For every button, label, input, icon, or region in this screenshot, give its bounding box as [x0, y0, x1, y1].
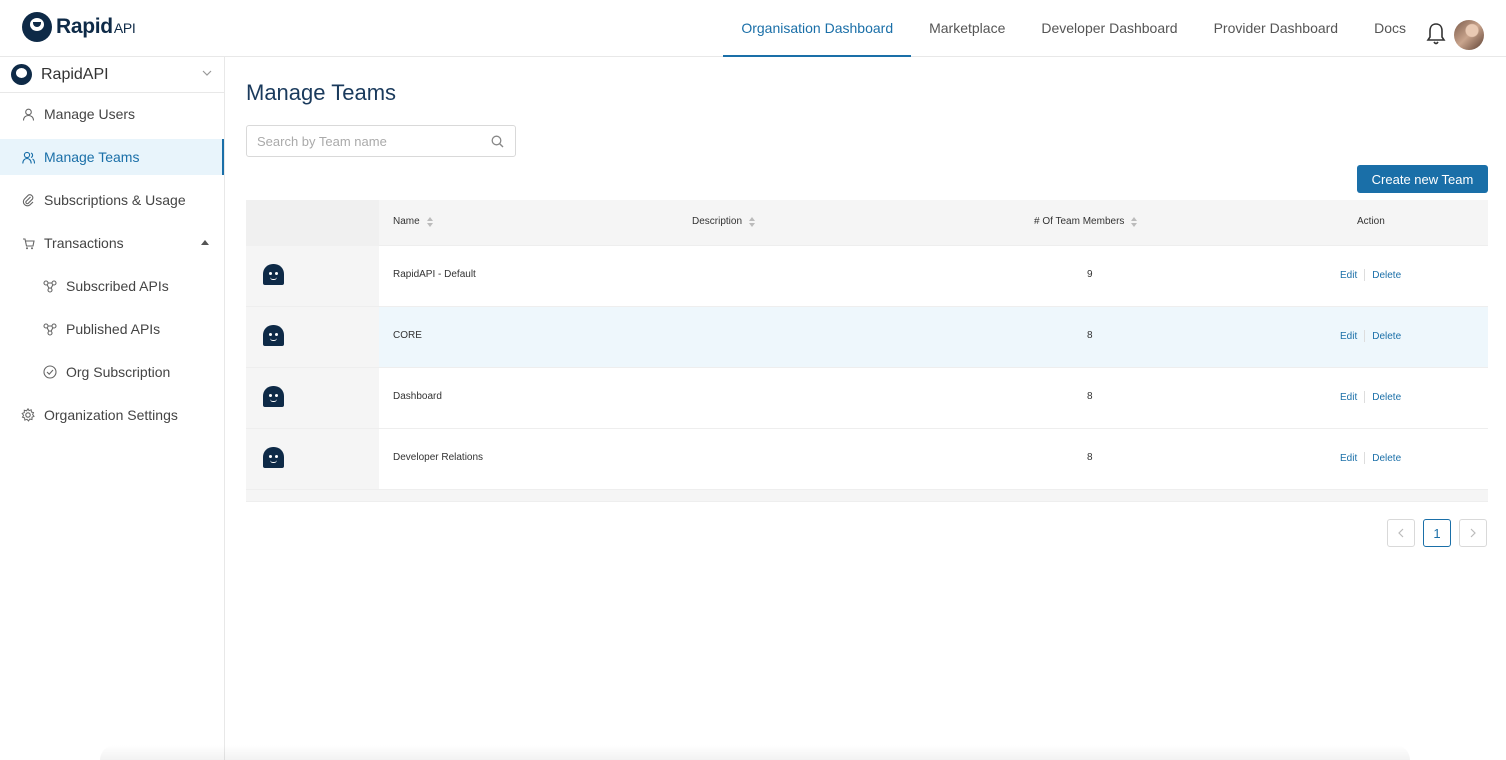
- chevron-left-icon: [1398, 528, 1404, 538]
- cart-icon: [21, 236, 35, 250]
- pagination-prev-button[interactable]: [1387, 519, 1415, 547]
- page-title: Manage Teams: [246, 80, 397, 105]
- edit-link[interactable]: Edit: [1340, 270, 1357, 281]
- link-icon: [21, 193, 35, 207]
- sidebar-item-org-subscription[interactable]: Org Subscription: [0, 354, 224, 390]
- table-row[interactable]: RapidAPI - Default 9 Edit Delete: [246, 246, 1488, 307]
- team-icon: [21, 150, 35, 164]
- sidebar-item-manage-teams[interactable]: Manage Teams: [0, 139, 224, 175]
- team-name: Dashboard: [393, 391, 442, 402]
- delete-link[interactable]: Delete: [1372, 270, 1401, 281]
- team-name: RapidAPI - Default: [393, 269, 476, 280]
- sidebar-item-label: Subscriptions & Usage: [44, 192, 186, 208]
- team-avatar-icon: [263, 325, 284, 346]
- row-actions: Edit Delete: [1340, 391, 1401, 403]
- delete-link[interactable]: Delete: [1372, 453, 1401, 464]
- column-action: Action: [1357, 216, 1385, 227]
- sort-icon[interactable]: [749, 216, 756, 227]
- team-member-count: 8: [1087, 452, 1093, 463]
- nav-organisation-dashboard[interactable]: Organisation Dashboard: [723, 0, 912, 57]
- rapidapi-logo-icon: [22, 12, 52, 42]
- nav-docs[interactable]: Docs: [1356, 0, 1424, 57]
- team-member-count: 8: [1087, 391, 1093, 402]
- team-name: CORE: [393, 330, 422, 341]
- chevron-right-icon: [1470, 528, 1476, 538]
- row-actions: Edit Delete: [1340, 452, 1401, 464]
- team-name: Developer Relations: [393, 452, 484, 463]
- chevron-down-icon: [202, 70, 212, 76]
- nav-provider-dashboard[interactable]: Provider Dashboard: [1196, 0, 1357, 57]
- edit-link[interactable]: Edit: [1340, 453, 1357, 464]
- org-name: RapidAPI: [41, 65, 109, 83]
- table-row[interactable]: Dashboard 8 Edit Delete: [246, 368, 1488, 429]
- sidebar-item-label: Subscribed APIs: [66, 278, 169, 294]
- bottom-shadow: [100, 745, 1410, 760]
- logo-text: RapidAPI: [56, 15, 136, 38]
- delete-link[interactable]: Delete: [1372, 392, 1401, 403]
- rapidapi-logo[interactable]: RapidAPI: [22, 12, 136, 42]
- bell-icon[interactable]: [1426, 22, 1446, 46]
- top-bar: RapidAPI Organisation Dashboard Marketpl…: [0, 0, 1506, 57]
- pagination-page-1[interactable]: 1: [1423, 519, 1451, 547]
- create-new-team-button[interactable]: Create new Team: [1357, 165, 1488, 193]
- user-avatar[interactable]: [1454, 20, 1484, 50]
- api-icon: [43, 279, 57, 293]
- org-selector[interactable]: RapidAPI: [0, 57, 224, 93]
- table-row[interactable]: Developer Relations 8 Edit Delete: [246, 429, 1488, 490]
- column-description[interactable]: Description: [692, 216, 756, 227]
- sidebar-item-published-apis[interactable]: Published APIs: [0, 311, 224, 347]
- sidebar-item-transactions[interactable]: Transactions: [0, 225, 224, 261]
- org-logo-icon: [11, 64, 32, 85]
- user-icon: [21, 107, 35, 121]
- sidebar-item-label: Published APIs: [66, 321, 161, 337]
- edit-link[interactable]: Edit: [1340, 392, 1357, 403]
- edit-link[interactable]: Edit: [1340, 331, 1357, 342]
- sidebar: RapidAPI Manage Users Manage Teams Subsc…: [0, 57, 225, 760]
- sidebar-item-label: Organization Settings: [44, 407, 178, 423]
- sort-icon[interactable]: [1131, 216, 1138, 227]
- gear-icon: [21, 408, 35, 422]
- teams-table: Name Description # Of Team Members Actio…: [246, 200, 1488, 502]
- sidebar-item-organization-settings[interactable]: Organization Settings: [0, 397, 224, 433]
- header-icon-cell: [246, 200, 379, 246]
- sidebar-item-subscriptions-usage[interactable]: Subscriptions & Usage: [0, 182, 224, 218]
- api-icon: [43, 322, 57, 336]
- search-icon[interactable]: [491, 135, 504, 148]
- table-header: Name Description # Of Team Members Actio…: [246, 200, 1488, 246]
- row-actions: Edit Delete: [1340, 330, 1401, 342]
- team-member-count: 8: [1087, 330, 1093, 341]
- team-member-count: 9: [1087, 269, 1093, 280]
- team-avatar-icon: [263, 386, 284, 407]
- check-circle-icon: [43, 365, 57, 379]
- delete-link[interactable]: Delete: [1372, 331, 1401, 342]
- sort-icon[interactable]: [426, 216, 433, 227]
- search-input[interactable]: [257, 127, 487, 155]
- sidebar-item-label: Manage Users: [44, 106, 136, 122]
- team-search: [246, 125, 516, 157]
- column-name[interactable]: Name: [393, 216, 433, 227]
- nav-developer-dashboard[interactable]: Developer Dashboard: [1023, 0, 1195, 57]
- sidebar-item-label: Manage Teams: [44, 149, 140, 165]
- pagination-next-button[interactable]: [1459, 519, 1487, 547]
- column-members[interactable]: # Of Team Members: [1034, 216, 1138, 227]
- sidebar-item-manage-users[interactable]: Manage Users: [0, 96, 224, 132]
- top-nav: Organisation Dashboard Marketplace Devel…: [723, 0, 1424, 57]
- chevron-up-icon: [201, 240, 209, 245]
- sidebar-item-label: Org Subscription: [66, 364, 171, 380]
- team-avatar-icon: [263, 264, 284, 285]
- row-actions: Edit Delete: [1340, 269, 1401, 281]
- nav-marketplace[interactable]: Marketplace: [911, 0, 1023, 57]
- sidebar-item-subscribed-apis[interactable]: Subscribed APIs: [0, 268, 224, 304]
- team-avatar-icon: [263, 447, 284, 468]
- sidebar-item-label: Transactions: [44, 235, 124, 251]
- table-footer: [246, 490, 1488, 502]
- table-row[interactable]: CORE 8 Edit Delete: [246, 307, 1488, 368]
